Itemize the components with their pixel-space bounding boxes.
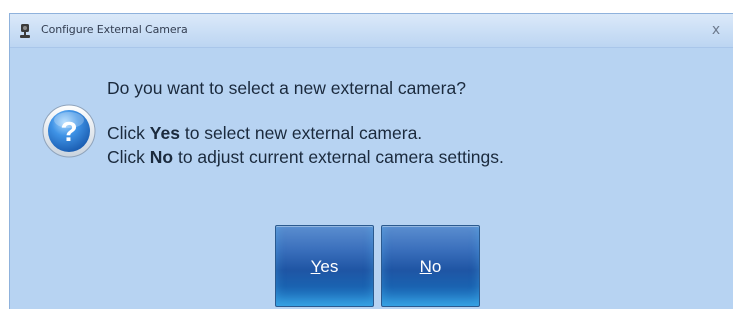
yes-button-mnemonic: Y <box>310 257 321 276</box>
window-title: Configure External Camera <box>41 23 188 36</box>
svg-text:?: ? <box>60 116 77 147</box>
no-instruction-prefix: Click <box>107 147 150 167</box>
yes-keyword: Yes <box>149 123 180 143</box>
dialog-window: Configure External Camera x ? Do you wan… <box>9 13 733 309</box>
question-text: Do you want to select a new external cam… <box>107 78 466 98</box>
no-keyword: No <box>149 147 174 167</box>
title-bar[interactable]: Configure External Camera x <box>10 14 733 48</box>
yes-button-label: es <box>320 257 339 276</box>
yes-instruction-suffix: to select new external camera. <box>179 123 423 143</box>
question-icon: ? <box>42 104 96 158</box>
no-button[interactable]: No <box>381 225 480 307</box>
yes-instruction: Click Yes to select new external camera. <box>107 123 422 144</box>
close-button[interactable]: x <box>707 20 725 40</box>
no-instruction: Click No to adjust current external came… <box>107 147 504 168</box>
no-button-mnemonic: N <box>419 257 432 276</box>
close-icon: x <box>711 22 721 38</box>
yes-button[interactable]: Yes <box>275 225 374 307</box>
camera-icon <box>20 24 30 38</box>
no-button-label: o <box>431 257 442 276</box>
yes-instruction-prefix: Click <box>107 123 150 143</box>
no-instruction-suffix: to adjust current external camera settin… <box>173 147 504 167</box>
